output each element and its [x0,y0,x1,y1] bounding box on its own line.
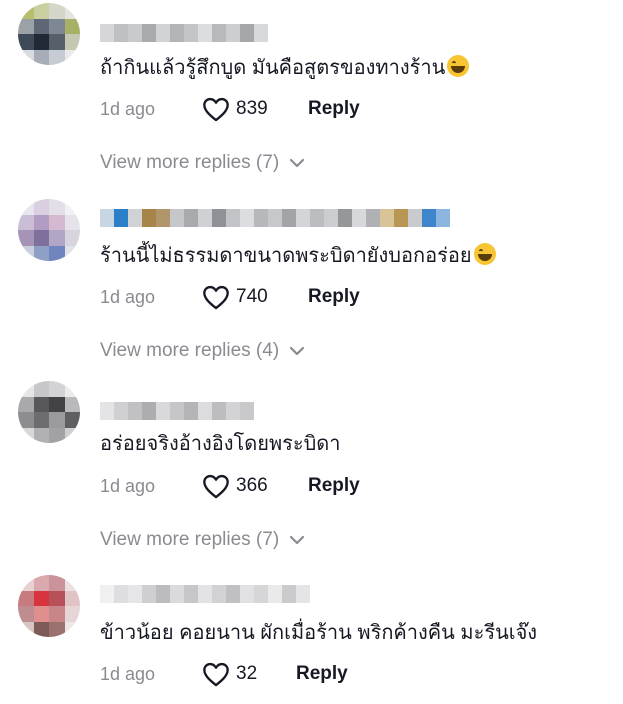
comment-text-content: อร่อยจริงอ้างอิงโดยพระบิดา [100,433,341,455]
view-more-replies-button[interactable]: View more replies (4) [100,336,305,366]
view-more-replies-button[interactable]: View more replies (7) [100,525,305,555]
view-more-replies-label: View more replies (4) [100,340,280,361]
comment-text-content: ร้านนี้ไม่ธรรมดาขนาดพระบิดายังบอกอร่อย [100,245,472,267]
timestamp: 1d ago [100,663,156,684]
view-more-replies-label: View more replies (7) [100,152,280,173]
comment-text: อร่อยจริงอ้างอิงโดยพระบิดา [100,431,341,457]
heart-outline-icon[interactable] [202,96,230,122]
comment-text: ถ้ากินแล้วรู้สึกบูด มันคือสูตรของทางร้าน [100,55,470,81]
like-count: 366 [236,475,268,496]
view-more-replies-button[interactable]: View more replies (7) [100,148,305,178]
like-button[interactable]: 839 [202,96,308,122]
comment-meta: 1d ago 740 Reply [100,282,360,312]
username-pixelated[interactable] [100,398,254,424]
comment-text-content: ถ้ากินแล้วรู้สึกบูด มันคือสูตรของทางร้าน [100,57,446,79]
chevron-down-icon [290,158,305,168]
like-count: 740 [236,286,268,307]
comment-meta: 1d ago 32 Reply [100,659,348,689]
like-count: 839 [236,98,268,119]
avatar[interactable] [18,199,80,261]
chevron-down-icon [290,535,305,545]
view-more-replies-label: View more replies (7) [100,529,280,550]
reply-button[interactable]: Reply [308,475,360,497]
reply-button[interactable]: Reply [308,286,360,308]
avatar[interactable] [18,575,80,637]
comment-meta: 1d ago 839 Reply [100,94,360,124]
heart-outline-icon[interactable] [202,284,230,310]
comment-text: ข้าวน้อย คอยนาน ผักเมื่อร้าน พริกค้างคืน… [100,620,537,646]
heart-outline-icon[interactable] [202,661,230,687]
avatar[interactable] [18,381,80,443]
timestamp: 1d ago [100,286,156,307]
tears-of-joy-emoji-icon [447,55,470,77]
timestamp: 1d ago [100,475,156,496]
username-pixelated[interactable] [100,205,450,231]
chevron-down-icon [290,346,305,356]
username-pixelated[interactable] [100,581,310,607]
timestamp: 1d ago [100,98,156,119]
comment-meta: 1d ago 366 Reply [100,471,360,501]
avatar[interactable] [18,3,80,65]
reply-button[interactable]: Reply [308,98,360,120]
comment-text-content: ข้าวน้อย คอยนาน ผักเมื่อร้าน พริกค้างคืน… [100,622,538,644]
heart-outline-icon[interactable] [202,473,230,499]
like-button[interactable]: 366 [202,473,308,499]
comment-text: ร้านนี้ไม่ธรรมดาขนาดพระบิดายังบอกอร่อย [100,243,496,269]
tears-of-joy-emoji-icon [473,243,496,265]
like-button[interactable]: 740 [202,284,308,310]
like-count: 32 [236,663,258,684]
like-button[interactable]: 32 [202,661,296,687]
reply-button[interactable]: Reply [296,663,348,685]
username-pixelated[interactable] [100,20,268,46]
